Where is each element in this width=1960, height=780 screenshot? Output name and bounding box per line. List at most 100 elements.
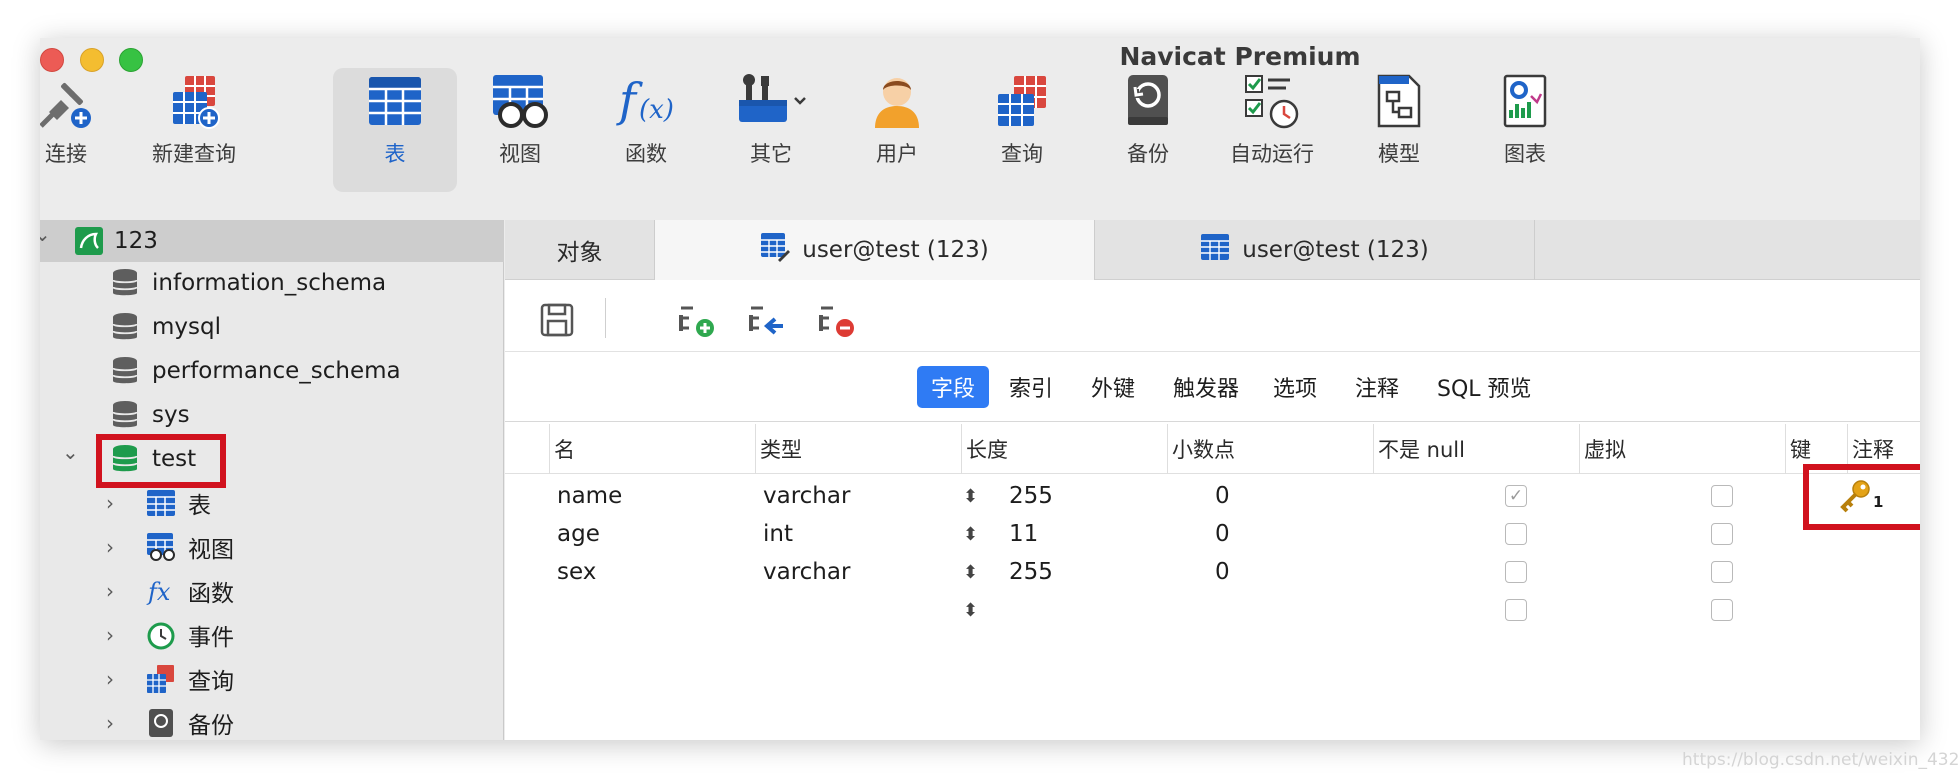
tree-db-information-schema[interactable]: information_schema <box>40 262 504 304</box>
segment-foreign-keys[interactable]: 外键 <box>1077 366 1149 408</box>
tree-test-events[interactable]: › 事件 <box>40 614 504 656</box>
chart-icon <box>1463 70 1587 132</box>
design-section-tabs: 字段 索引 外键 触发器 选项 注释 SQL 预览 <box>505 352 1920 422</box>
toolbar-divider <box>605 298 606 338</box>
chevron-right-icon[interactable]: › <box>106 579 114 603</box>
field-decimals[interactable]: 0 <box>1215 477 1230 515</box>
segment-sql-preview[interactable]: SQL 预览 <box>1423 366 1546 408</box>
field-row-empty[interactable]: ⬍ <box>505 591 1920 629</box>
add-field-icon <box>679 306 714 337</box>
toolbar-chart-button[interactable]: 图表 <box>1463 68 1587 192</box>
toolbar-query-button[interactable]: 查询 <box>960 68 1084 192</box>
watermark-text: https://blog.csdn.net/weixin_43275631 <box>1682 750 1960 770</box>
delete-field-button[interactable] <box>817 300 857 340</box>
tree-test-tables[interactable]: › 表 <box>40 482 504 524</box>
chevron-right-icon[interactable]: › <box>106 491 114 515</box>
save-button[interactable] <box>537 300 577 340</box>
chevron-down-icon[interactable]: ⌄ <box>62 440 79 464</box>
col-name[interactable]: 名 <box>549 424 575 474</box>
query-icon <box>960 70 1084 132</box>
checkmark-icon: ✓ <box>1508 486 1524 506</box>
virtual-checkbox[interactable] <box>1711 485 1733 507</box>
fields-grid-header: 名 类型 长度 小数点 不是 null 虚拟 键 注释 <box>505 424 1920 474</box>
plug-icon <box>40 70 128 132</box>
tree-connection-123[interactable]: ⌄ 123 <box>40 220 504 262</box>
tab-user-design-active[interactable]: user@test (123) <box>655 220 1095 280</box>
field-type[interactable]: int <box>763 515 793 553</box>
not-null-checkbox[interactable]: ✓ <box>1505 485 1527 507</box>
toolbar-other-button[interactable]: 其它 <box>709 68 833 192</box>
field-length[interactable]: 255 <box>1009 553 1053 591</box>
navicat-window: Navicat Premium 连接 新建查询 表 视图 f (x) 函数 其它… <box>40 38 1920 740</box>
tree-db-mysql[interactable]: mysql <box>40 306 504 348</box>
tab-user-data[interactable]: user@test (123) <box>1095 220 1535 280</box>
tree-test-backups[interactable]: › 备份 <box>40 702 504 740</box>
toolbar-function-button[interactable]: f (x) 函数 <box>584 68 708 192</box>
toolbar-model-button[interactable]: 模型 <box>1337 68 1461 192</box>
table-icon <box>146 488 176 518</box>
table-icon <box>333 70 457 132</box>
tools-icon <box>709 70 833 132</box>
chevron-right-icon[interactable]: › <box>106 711 114 735</box>
field-type[interactable]: varchar <box>763 553 850 591</box>
field-decimals[interactable]: 0 <box>1215 553 1230 591</box>
virtual-checkbox[interactable] <box>1711 523 1733 545</box>
user-icon <box>835 70 959 132</box>
insert-field-button[interactable] <box>747 300 787 340</box>
field-decimals[interactable]: 0 <box>1215 515 1230 553</box>
save-icon <box>540 303 574 337</box>
segment-triggers[interactable]: 触发器 <box>1159 366 1253 408</box>
col-decimals[interactable]: 小数点 <box>1167 424 1235 474</box>
type-stepper-icon[interactable]: ⬍ <box>963 515 978 553</box>
database-icon <box>110 268 140 298</box>
toolbar-table-button[interactable]: 表 <box>333 68 457 192</box>
col-type[interactable]: 类型 <box>755 424 802 474</box>
tree-test-functions[interactable]: › fx 函数 <box>40 570 504 612</box>
virtual-checkbox[interactable] <box>1711 599 1733 621</box>
virtual-checkbox[interactable] <box>1711 561 1733 583</box>
field-row[interactable]: sex varchar ⬍ 255 0 <box>505 553 1920 591</box>
view-icon <box>146 532 176 562</box>
field-length[interactable]: 11 <box>1009 515 1038 553</box>
toolbar-view-button[interactable]: 视图 <box>458 68 582 192</box>
segment-comment[interactable]: 注释 <box>1341 366 1413 408</box>
toolbar-backup-button[interactable]: 备份 <box>1086 68 1210 192</box>
window-title: Navicat Premium <box>1119 42 1361 71</box>
toolbar-connect-button[interactable]: 连接 <box>40 68 128 192</box>
not-null-checkbox[interactable] <box>1505 599 1527 621</box>
navigation-sidebar: ⌄ 123 information_schema mysql performan… <box>40 220 504 740</box>
toolbar-user-button[interactable]: 用户 <box>835 68 959 192</box>
segment-indexes[interactable]: 索引 <box>995 366 1067 408</box>
tree-db-sys[interactable]: sys <box>40 394 504 436</box>
tree-test-views[interactable]: › 视图 <box>40 526 504 568</box>
col-not-null[interactable]: 不是 null <box>1373 424 1465 474</box>
field-type[interactable]: varchar <box>763 477 850 515</box>
chevron-right-icon[interactable]: › <box>106 623 114 647</box>
col-length[interactable]: 长度 <box>961 424 1008 474</box>
segment-options[interactable]: 选项 <box>1259 366 1331 408</box>
not-null-checkbox[interactable] <box>1505 561 1527 583</box>
segment-fields[interactable]: 字段 <box>917 366 990 408</box>
table-icon <box>1200 233 1230 267</box>
not-null-checkbox[interactable] <box>1505 523 1527 545</box>
chevron-down-icon[interactable]: ⌄ <box>40 222 51 246</box>
col-virtual[interactable]: 虚拟 <box>1579 424 1626 474</box>
type-stepper-icon[interactable]: ⬍ <box>963 477 978 515</box>
toolbar-new-query-button[interactable]: 新建查询 <box>124 68 264 192</box>
field-row[interactable]: age int ⬍ 11 0 <box>505 515 1920 553</box>
field-length[interactable]: 255 <box>1009 477 1053 515</box>
field-name[interactable]: sex <box>557 553 596 591</box>
toolbar-automation-button[interactable]: 自动运行 <box>1204 68 1340 192</box>
type-stepper-icon[interactable]: ⬍ <box>963 591 978 629</box>
chevron-right-icon[interactable]: › <box>106 667 114 691</box>
field-name[interactable]: age <box>557 515 600 553</box>
field-name[interactable]: name <box>557 477 622 515</box>
tree-test-queries[interactable]: › 查询 <box>40 658 504 700</box>
tab-objects[interactable]: 对象 <box>505 220 655 280</box>
tree-db-performance-schema[interactable]: performance_schema <box>40 350 504 392</box>
add-field-button[interactable] <box>677 300 717 340</box>
type-stepper-icon[interactable]: ⬍ <box>963 553 978 591</box>
field-row[interactable]: name varchar ⬍ 255 0 ✓ 1 <box>505 477 1920 515</box>
chevron-right-icon[interactable]: › <box>106 535 114 559</box>
backup-icon <box>1086 70 1210 132</box>
